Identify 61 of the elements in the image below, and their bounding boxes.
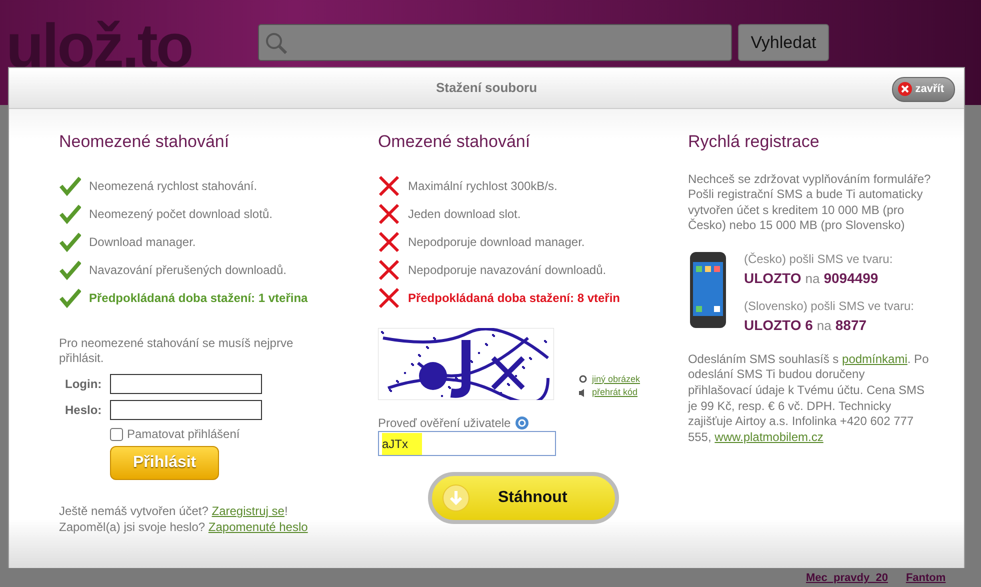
search-button[interactable]: Vyhledat — [738, 24, 830, 61]
feature-text: Předpokládaná doba stažení: 8 vteřin — [408, 290, 620, 306]
cross-icon — [378, 230, 400, 252]
text-link[interactable]: www.platmobilem.cz — [714, 430, 824, 444]
sms-code: ULOZTO 6 — [744, 316, 813, 335]
sms-instruction: (Česko) pošli SMS ve tvaru: — [744, 250, 894, 268]
page-link[interactable]: Fantom — [906, 571, 946, 585]
text-link[interactable]: Zapomenuté heslo — [208, 520, 308, 534]
feature-text: Navazování přerušených downloadů. — [89, 262, 286, 278]
dialog-title: Stažení souboru — [436, 79, 538, 98]
checkbox[interactable] — [110, 428, 123, 441]
check-icon — [59, 286, 81, 308]
text-link[interactable]: jiný obrázek — [592, 372, 640, 386]
feature-text: Download manager. — [89, 234, 196, 250]
check-icon — [59, 202, 81, 224]
paragraph-text: Zapoměl(a) jsi svoje heslo? Zapomenuté heslo — [59, 520, 309, 536]
captcha-input[interactable]: aJTx — [378, 431, 556, 456]
cross-icon — [378, 258, 400, 280]
check-icon — [59, 174, 81, 196]
input-field[interactable] — [110, 400, 262, 420]
phone-icon — [688, 250, 728, 330]
text-link[interactable]: podmínkami — [842, 352, 908, 366]
intro-text: Nechceš se zdržovat vyplňováním formuláře? Pošli registrační SMS a bude Ti automaticky vytvořen účet s kreditem 10 000 MB (pro Česko) nebo 15 000 MB (pro Slovensko) — [688, 172, 932, 234]
input-field[interactable] — [110, 374, 262, 394]
check-icon — [59, 230, 81, 252]
sms-joiner: na — [816, 316, 832, 335]
close-icon — [898, 82, 912, 96]
feature-text: Maximální rychlost 300kB/s. — [408, 178, 558, 194]
feature-text: Jeden download slot. — [408, 206, 521, 222]
cross-icon — [378, 202, 400, 224]
sms-joiner: na — [805, 270, 820, 288]
text-link[interactable]: Zaregistruj se — [212, 504, 284, 518]
column-title: Rychlá registrace — [688, 131, 820, 153]
paragraph-text: Ještě nemáš vytvořen účet? Zaregistruj se! — [59, 504, 289, 520]
search-icon — [264, 32, 287, 54]
feature-text: Neomezená rychlost stahování. — [89, 178, 258, 194]
search-field[interactable] — [258, 24, 732, 61]
column-title: Omezené stahování — [378, 131, 532, 153]
field-label: Proveď ověření uživatele — [378, 416, 511, 432]
remember-checkbox[interactable]: Pamatovat přihlášení — [110, 426, 328, 442]
arrow-down-icon — [442, 484, 470, 512]
check-icon — [59, 258, 81, 280]
download-button[interactable]: Stáhnout — [428, 472, 620, 524]
feature-text: Nepodporuje navazování downloadů. — [408, 262, 606, 278]
feature-text: Neomezený počet download slotů. — [89, 206, 272, 222]
feature-text: Předpokládaná doba stažení: 1 vteřina — [89, 290, 308, 306]
sms-number: 9094499 — [824, 268, 878, 288]
sms-number: 8877 — [835, 316, 867, 335]
cross-icon — [378, 174, 400, 196]
page-link[interactable]: Mec_pravdy_20 — [806, 571, 888, 585]
login-prompt: Pro neomezené stahování se musíš nejprve přihlásit. — [59, 336, 294, 367]
column-title: Neomezené stahování — [59, 131, 230, 153]
paragraph-text: Odesláním SMS souhlasíš s podmínkami. Po odeslání SMS Ti budou doručeny přihlašovací údaje k Tvému účtu. Cena SMS je 99 Kč, resp. € 6 vč. DPH. Technicky zajišťuje Airtoy a.s. Infolinka +420 602 777 555, www.platmobilem.cz — [688, 352, 930, 446]
cross-icon — [378, 286, 400, 308]
sms-instruction: (Slovensko) pošli SMS ve tvaru: — [744, 298, 914, 315]
field-label: Heslo: — [64, 402, 103, 419]
close-button[interactable]: zavřít — [892, 77, 955, 102]
sms-code: ULOZTO — [744, 268, 802, 288]
field-label: Login: — [64, 376, 103, 393]
feature-text: Nepodporuje download manager. — [408, 234, 585, 250]
text-link[interactable]: přehrát kód — [592, 386, 638, 400]
